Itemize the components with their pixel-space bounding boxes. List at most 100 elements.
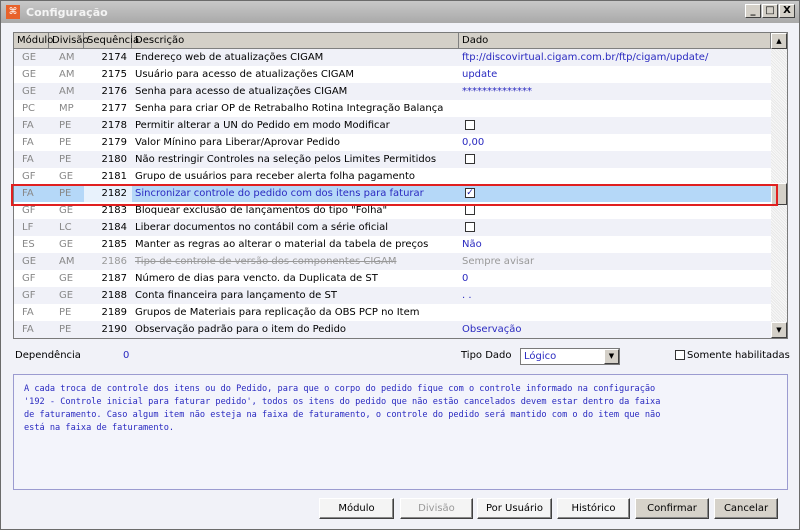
confirmar-button[interactable]: Confirmar [635, 498, 709, 519]
modulo-cell: GF [22, 273, 36, 284]
table-row[interactable]: FA PE 2179 Valor Mínino para Liberar/Aprova… [14, 134, 787, 151]
modulo-cell: FA [22, 137, 34, 148]
divisao-cell: MP [59, 103, 74, 114]
divisao-cell: GE [59, 171, 74, 182]
table-row[interactable]: GE AM 2174 Endereço web de atualizações CIG… [14, 49, 787, 66]
table-row[interactable]: GF GE 2187 Número de dias para vencto. da D… [14, 270, 787, 287]
selected-row-highlight [11, 184, 778, 206]
dado-checkbox[interactable] [465, 205, 475, 215]
modulo-cell: PC [22, 103, 36, 114]
descricao-cell: Grupos de Materiais para replicação da O… [135, 307, 420, 318]
table-row[interactable]: FA PE 2180 Não restringir Controles na sele… [14, 151, 787, 168]
scroll-down-button[interactable]: ▼ [771, 322, 787, 338]
description-memo[interactable]: A cada troca de controle dos itens ou do… [13, 374, 788, 490]
table-row[interactable]: GE AM 2175 Usuário para acesso de atualizaç… [14, 66, 787, 83]
dado-cell[interactable]: Observação [459, 321, 771, 338]
divisao-button[interactable]: Divisão [400, 498, 473, 519]
descricao-cell: Manter as regras ao alterar o material d… [135, 239, 429, 250]
modulo-cell: FA [22, 324, 34, 335]
header-divisao[interactable]: Divisão [49, 33, 89, 49]
dado-cell[interactable]: Sempre avisar [459, 253, 771, 270]
sequencia-cell: 2187 [101, 273, 127, 284]
table-row[interactable]: PC MP 2177 Senha para criar OP de Retrabalh… [14, 100, 787, 117]
dado-cell[interactable] [459, 151, 771, 168]
table-row[interactable]: LF LC 2184 Liberar documentos no contábil c… [14, 219, 787, 236]
sequencia-cell: 2181 [101, 171, 127, 182]
table-row[interactable]: FA PE 2189 Grupos de Materiais para replica… [14, 304, 787, 321]
close-button[interactable]: X [779, 4, 795, 18]
dependencia-label: Dependência [15, 350, 81, 361]
app-icon: ⌘ [6, 5, 20, 19]
somente-habilitadas-label: Somente habilitadas [687, 350, 790, 361]
dado-cell[interactable]: Não [459, 236, 771, 253]
somente-habilitadas-checkbox[interactable] [675, 350, 685, 360]
sequencia-cell: 2178 [101, 120, 127, 131]
divisao-cell: PE [59, 120, 72, 131]
descricao-cell: Endereço web de atualizações CIGAM [135, 52, 324, 63]
header-modulo[interactable]: Módulo [14, 33, 53, 49]
dado-cell[interactable] [459, 304, 771, 321]
descricao-cell: Usuário para acesso de atualizações CIGA… [135, 69, 355, 80]
modulo-cell: GF [22, 290, 36, 301]
tipo-dado-value: Lógico [524, 351, 557, 362]
historico-button[interactable]: Histórico [557, 498, 630, 519]
table-row[interactable]: GF GE 2188 Conta financeira para lançamento… [14, 287, 787, 304]
header-sequencia[interactable]: Sequência [84, 33, 139, 49]
table-row[interactable]: GE AM 2186 Tipo de controle de versão dos c… [14, 253, 787, 270]
modulo-cell: FA [22, 154, 34, 165]
cancelar-button[interactable]: Cancelar [714, 498, 778, 519]
scroll-up-button[interactable]: ▲ [771, 33, 787, 49]
modulo-button[interactable]: Módulo [319, 498, 394, 519]
dado-cell[interactable]: ftp://discovirtual.cigam.com.br/ftp/ciga… [459, 49, 771, 66]
tipo-dado-select[interactable]: Lógico ▼ [520, 348, 620, 365]
maximize-button[interactable]: □ [762, 4, 778, 18]
dado-checkbox[interactable] [465, 222, 475, 232]
descricao-cell: Tipo de controle de versão dos component… [135, 256, 397, 267]
descricao-cell: Senha para acesso de atualizações CIGAM [135, 86, 348, 97]
table-row[interactable]: GF GE 2181 Grupo de usuários para receber a… [14, 168, 787, 185]
divisao-cell: PE [59, 154, 72, 165]
dado-cell[interactable]: 0 [459, 270, 771, 287]
dado-cell[interactable] [459, 168, 771, 185]
table-row[interactable]: FA PE 2190 Observação padrão para o item do… [14, 321, 787, 338]
window-title: Configuração [26, 5, 108, 19]
header-dado[interactable]: Dado [459, 33, 771, 49]
modulo-cell: ES [22, 239, 35, 250]
dado-cell[interactable] [459, 219, 771, 236]
dado-cell[interactable]: 0,00 [459, 134, 771, 151]
dado-checkbox[interactable] [465, 154, 475, 164]
dado-checkbox[interactable] [465, 120, 475, 130]
sequencia-cell: 2176 [101, 86, 127, 97]
modulo-cell: GE [22, 52, 37, 63]
sequencia-cell: 2190 [101, 324, 127, 335]
modulo-cell: FA [22, 120, 34, 131]
divisao-cell: PE [59, 324, 72, 335]
modulo-cell: LF [22, 222, 34, 233]
dado-cell[interactable]: update [459, 66, 771, 83]
divisao-cell: AM [59, 69, 75, 80]
sequencia-cell: 2175 [101, 69, 127, 80]
descricao-cell: Permitir alterar a UN do Pedido em modo … [135, 120, 390, 131]
dado-cell[interactable] [459, 117, 771, 134]
descricao-cell: Grupo de usuários para receber alerta fo… [135, 171, 415, 182]
modulo-cell: GE [22, 69, 37, 80]
title-bar: ⌘ Configuração _ □ X [1, 1, 799, 23]
dado-cell[interactable] [459, 100, 771, 117]
dado-cell[interactable]: ************** [459, 83, 771, 100]
descricao-cell: Senha para criar OP de Retrabalho Rotina… [135, 103, 444, 114]
descricao-cell: Conta financeira para lançamento de ST [135, 290, 337, 301]
descricao-cell: Liberar documentos no contábil com a sér… [135, 222, 389, 233]
descricao-cell: Valor Mínino para Liberar/Aprovar Pedido [135, 137, 340, 148]
header-descricao[interactable]: Descrição [132, 33, 459, 49]
table-row[interactable]: ES GE 2185 Manter as regras ao alterar o ma… [14, 236, 787, 253]
chevron-down-icon[interactable]: ▼ [604, 349, 619, 364]
modulo-cell: FA [22, 307, 34, 318]
por-usuario-button[interactable]: Por Usuário [477, 498, 552, 519]
dado-cell[interactable]: . . [459, 287, 771, 304]
minimize-button[interactable]: _ [745, 4, 761, 18]
table-row[interactable]: FA PE 2178 Permitir alterar a UN do Pedido … [14, 117, 787, 134]
divisao-cell: PE [59, 137, 72, 148]
divisao-cell: GE [59, 239, 74, 250]
divisao-cell: GE [59, 290, 74, 301]
table-row[interactable]: GE AM 2176 Senha para acesso de atualizaçõe… [14, 83, 787, 100]
